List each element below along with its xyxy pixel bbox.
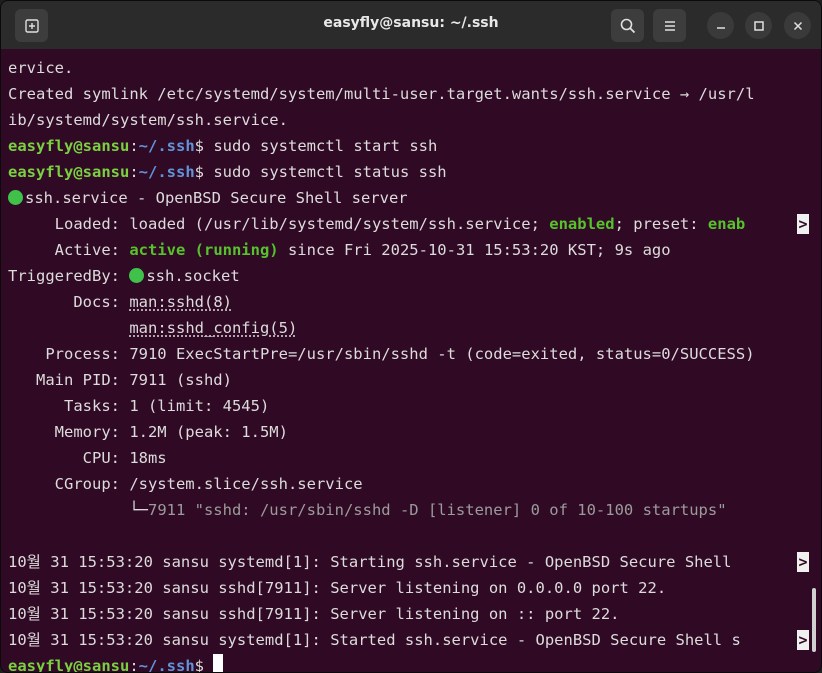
process-line: Process: 7910 ExecStartPre=/usr/sbin/ssh… — [8, 345, 755, 363]
triggered-value: ssh.socket — [146, 267, 240, 285]
memory-line: Memory: 1.2M (peak: 1.5M) — [8, 423, 288, 441]
main-pid-line: Main PID: 7911 (sshd) — [8, 371, 232, 389]
service-header: ssh.service - OpenBSD Secure Shell serve… — [8, 185, 408, 211]
active-line: Active: active (running) since Fri 2025-… — [8, 237, 671, 263]
prompt-path: ~/.ssh — [138, 657, 195, 673]
active-label: Active: — [8, 241, 130, 259]
prompt-dollar: $ — [194, 657, 205, 673]
cpu-line: CPU: 18ms — [8, 449, 167, 467]
triggered-label: TriggeredBy: — [8, 267, 130, 285]
command-line: easyfly@sansu:~/.ssh$ sudo systemctl sta… — [8, 159, 447, 185]
search-icon — [620, 18, 635, 33]
truncation-marker: > — [797, 630, 809, 650]
terminal-output[interactable]: ervice. Created symlink /etc/systemd/sys… — [1, 49, 821, 672]
command-text: sudo systemctl status ssh — [204, 163, 447, 181]
preset-status: enab — [707, 215, 746, 233]
loaded-label: Loaded: — [8, 215, 130, 233]
close-icon — [793, 21, 802, 30]
tasks-line: Tasks: 1 (limit: 4545) — [8, 397, 270, 415]
docs-label: Docs: — [8, 293, 130, 311]
log-line: 10월 31 15:53:20 sansu systemd[1]: Starte… — [8, 631, 741, 649]
enabled-status: enabled — [549, 215, 615, 233]
docs-link[interactable]: man:sshd(8) — [129, 293, 232, 311]
title-bar: easyfly@sansu: ~/.ssh — [1, 1, 821, 49]
prompt-user: easyfly@sansu — [8, 163, 130, 181]
truncation-marker: > — [797, 552, 809, 572]
prompt-path: ~/.ssh — [138, 163, 195, 181]
output-line: Created symlink /etc/systemd/system/mult… — [8, 85, 755, 103]
triggered-line: TriggeredBy: ssh.socket — [8, 263, 240, 289]
active-since: since Fri 2025-10-31 15:53:20 KST; 9s ag… — [278, 241, 671, 259]
docs-line: Docs: man:sshd_config(5) — [8, 315, 297, 341]
status-dot-icon — [8, 190, 23, 205]
scrollbar[interactable] — [812, 588, 816, 652]
cgroup-tree-line: └─7911 "sshd: /usr/sbin/sshd -D [listene… — [8, 497, 727, 523]
close-button[interactable] — [784, 12, 811, 39]
log-line: 10월 31 15:53:20 sansu systemd[1]: Starti… — [8, 553, 741, 571]
prompt-sep: : — [129, 137, 139, 155]
prompt-user: easyfly@sansu — [8, 137, 130, 155]
hamburger-menu-icon — [664, 20, 675, 31]
search-button[interactable] — [611, 9, 644, 42]
preset-label: ; preset: — [614, 215, 708, 233]
menu-button[interactable] — [653, 9, 686, 42]
output-line: ib/systemd/system/ssh.service. — [8, 111, 288, 129]
command-line: easyfly@sansu:~/.ssh$ sudo systemctl sta… — [8, 133, 437, 159]
cgroup-line: CGroup: /system.slice/ssh.service — [8, 475, 363, 493]
loaded-value: loaded (/usr/lib/systemd/system/ssh.serv… — [129, 215, 550, 233]
text-cursor — [213, 654, 224, 672]
docs-link[interactable]: man:sshd_config(5) — [129, 319, 297, 337]
docs-line: Docs: man:sshd(8) — [8, 289, 232, 315]
maximize-icon — [753, 20, 764, 31]
loaded-line: Loaded: loaded (/usr/lib/systemd/system/… — [8, 211, 746, 237]
prompt-dollar: $ — [194, 137, 205, 155]
minimize-button[interactable] — [707, 12, 734, 39]
command-text: sudo systemctl start ssh — [204, 137, 438, 155]
prompt-user: easyfly@sansu — [8, 657, 130, 673]
output-line: ervice. — [8, 59, 74, 77]
tree-branch: └─ — [8, 501, 148, 519]
prompt-sep: : — [129, 163, 139, 181]
prompt-sep: : — [129, 657, 139, 673]
active-state: active (running) — [129, 241, 279, 259]
prompt-dollar: $ — [194, 163, 205, 181]
log-line: 10월 31 15:53:20 sansu sshd[7911]: Server… — [8, 579, 667, 597]
window-title: easyfly@sansu: ~/.ssh — [323, 15, 499, 31]
terminal-window: easyfly@sansu: ~/.ssh ervice. Created sy… — [0, 0, 822, 673]
truncation-marker: > — [797, 214, 809, 234]
maximize-button[interactable] — [745, 12, 772, 39]
cgroup-process: 7911 "sshd: /usr/sbin/sshd -D [listener]… — [147, 501, 727, 519]
prompt-path: ~/.ssh — [138, 137, 195, 155]
status-dot-icon — [129, 268, 145, 283]
minimize-icon — [716, 26, 725, 29]
command-line[interactable]: easyfly@sansu:~/.ssh$ — [8, 653, 224, 673]
log-line: 10월 31 15:53:20 sansu sshd[7911]: Server… — [8, 605, 620, 623]
service-title: ssh.service - OpenBSD Secure Shell serve… — [25, 189, 408, 207]
